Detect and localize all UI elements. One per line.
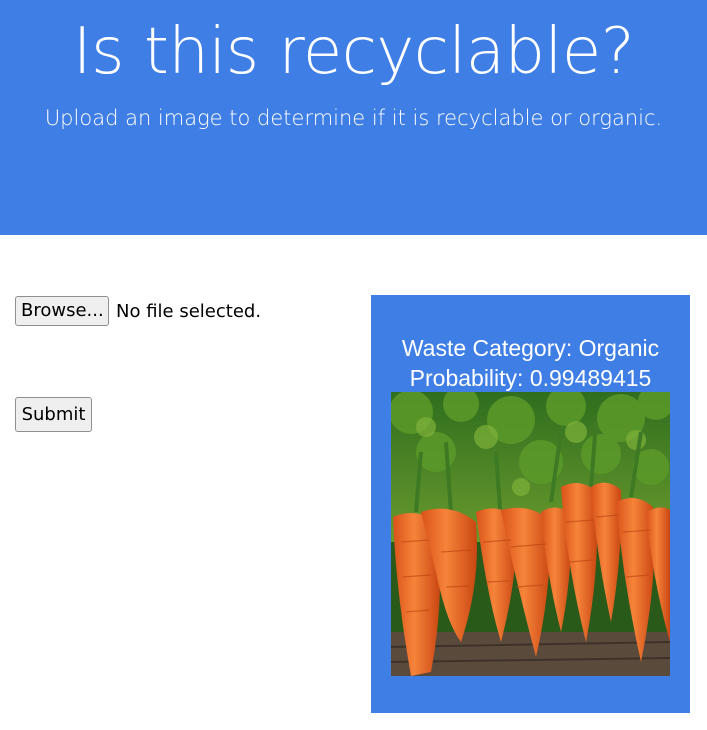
waste-category-text: Waste Category: Organic: [401, 335, 660, 361]
browse-button[interactable]: Browse...: [15, 296, 109, 326]
submit-button[interactable]: Submit: [15, 397, 92, 432]
page-title: Is this recyclable?: [72, 15, 635, 89]
result-panel: Waste Category: Organic Probability: 0.9…: [371, 295, 690, 713]
uploaded-carrot-image: [391, 392, 670, 676]
file-status-text: No file selected.: [116, 300, 262, 322]
page-header: Is this recyclable? Upload an image to d…: [0, 0, 707, 235]
probability-text: Probability: 0.99489415: [409, 365, 652, 391]
page-subtitle: Upload an image to determine if it is re…: [44, 106, 663, 130]
file-input-row: Browse... No file selected.: [15, 296, 261, 326]
